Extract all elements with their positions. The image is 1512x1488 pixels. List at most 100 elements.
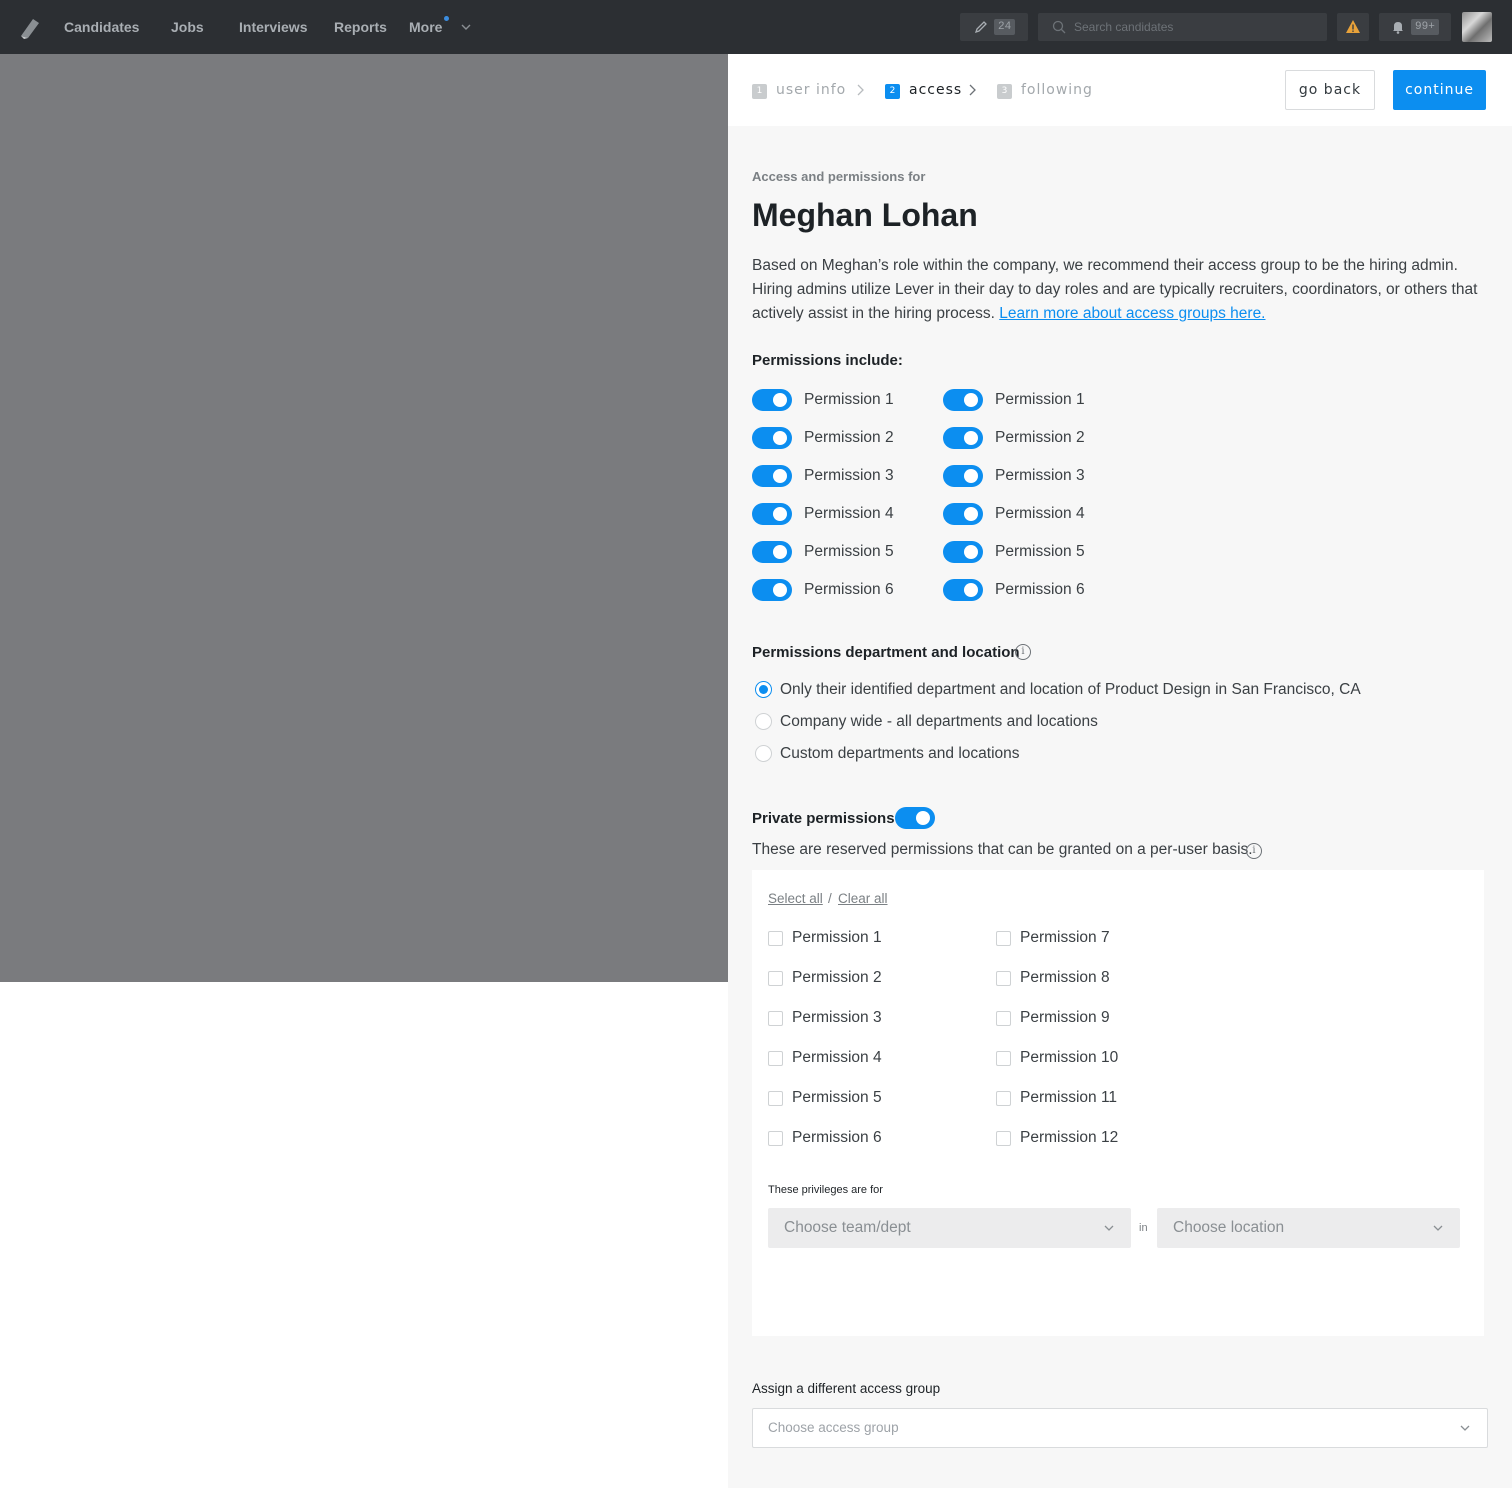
permission-toggle[interactable] bbox=[752, 579, 792, 601]
private-checkbox[interactable] bbox=[996, 971, 1011, 986]
scope-radio-department[interactable] bbox=[755, 681, 772, 698]
scope-radio-custom[interactable] bbox=[755, 745, 772, 762]
permission-label: Permission 1 bbox=[995, 391, 1085, 408]
privileges-for-label: These privileges are for bbox=[768, 1184, 883, 1196]
nav-reports[interactable]: Reports bbox=[334, 19, 387, 35]
permission-toggle[interactable] bbox=[752, 541, 792, 563]
private-permission-label: Permission 12 bbox=[1020, 1129, 1119, 1146]
private-checkbox[interactable] bbox=[768, 1091, 783, 1106]
scope-radio-company[interactable] bbox=[755, 713, 772, 730]
permission-toggle[interactable] bbox=[943, 579, 983, 601]
private-checkbox[interactable] bbox=[768, 1131, 783, 1146]
private-permission-label: Permission 11 bbox=[1020, 1089, 1118, 1106]
step-number: 1 bbox=[752, 84, 767, 99]
permission-label: Permission 3 bbox=[804, 467, 894, 484]
page-title: Meghan Lohan bbox=[752, 197, 978, 233]
private-permission-label: Permission 8 bbox=[1020, 969, 1110, 986]
role-description: Based on Meghan’s role within the compan… bbox=[752, 254, 1492, 326]
nav-jobs[interactable]: Jobs bbox=[171, 19, 204, 35]
permission-toggle[interactable] bbox=[943, 541, 983, 563]
private-permission-label: Permission 2 bbox=[792, 969, 882, 986]
private-permission-label: Permission 5 bbox=[792, 1089, 882, 1106]
page-eyebrow: Access and permissions for bbox=[752, 169, 926, 184]
scope-option-label: Company wide - all departments and locat… bbox=[780, 713, 1098, 730]
private-checkbox[interactable] bbox=[768, 1011, 783, 1026]
private-permission-label: Permission 4 bbox=[792, 1049, 882, 1066]
private-permission-label: Permission 6 bbox=[792, 1129, 882, 1146]
private-checkbox[interactable] bbox=[768, 971, 783, 986]
go-back-button[interactable]: go back bbox=[1285, 70, 1375, 110]
private-heading: Private permissions bbox=[752, 810, 895, 827]
private-permission-label: Permission 7 bbox=[1020, 929, 1110, 946]
chevron-right-icon bbox=[857, 84, 864, 96]
chevron-down-icon[interactable] bbox=[459, 20, 473, 34]
permissions-heading: Permissions include: bbox=[752, 352, 903, 369]
clear-all-link[interactable]: Clear all bbox=[838, 891, 888, 906]
permission-toggle[interactable] bbox=[752, 465, 792, 487]
nav-more[interactable]: More bbox=[409, 19, 442, 35]
notification-count: 99+ bbox=[1411, 19, 1439, 35]
scope-heading: Permissions department and location bbox=[752, 644, 1020, 661]
team-dept-placeholder: Choose team/dept bbox=[784, 1219, 911, 1236]
location-placeholder: Choose location bbox=[1173, 1219, 1285, 1236]
search-input[interactable]: Search candidates bbox=[1038, 13, 1327, 41]
step-following[interactable]: 3 following bbox=[997, 82, 1093, 99]
chevron-right-icon bbox=[969, 84, 976, 96]
top-nav: Candidates Jobs Interviews Reports More … bbox=[0, 0, 1512, 54]
permission-label: Permission 4 bbox=[804, 505, 894, 522]
step-number: 2 bbox=[885, 84, 900, 99]
in-label: in bbox=[1139, 1222, 1148, 1234]
permission-toggle[interactable] bbox=[943, 503, 983, 525]
step-access[interactable]: 2 access bbox=[885, 82, 962, 99]
info-icon[interactable]: i bbox=[1246, 843, 1262, 859]
private-checkbox[interactable] bbox=[768, 931, 783, 946]
chevron-down-icon bbox=[1460, 1425, 1470, 1431]
nav-candidates[interactable]: Candidates bbox=[64, 19, 139, 35]
lever-logo-icon[interactable] bbox=[18, 16, 42, 40]
nav-interviews[interactable]: Interviews bbox=[239, 19, 307, 35]
continue-button[interactable]: continue bbox=[1393, 70, 1486, 110]
compose-count: 24 bbox=[994, 19, 1016, 35]
permission-label: Permission 5 bbox=[804, 543, 894, 560]
private-permissions-box: Select all / Clear all Permission 1 Perm… bbox=[752, 870, 1484, 1336]
notifications-button[interactable]: 99+ bbox=[1379, 13, 1451, 41]
access-panel: 1 user info 2 access 3 following go back co… bbox=[728, 54, 1512, 1488]
permission-toggle[interactable] bbox=[752, 427, 792, 449]
permission-toggle[interactable] bbox=[752, 503, 792, 525]
info-icon[interactable]: i bbox=[1015, 644, 1031, 660]
permission-toggle[interactable] bbox=[943, 427, 983, 449]
private-checkbox[interactable] bbox=[996, 1051, 1011, 1066]
permission-label: Permission 6 bbox=[804, 581, 894, 598]
alert-button[interactable] bbox=[1337, 13, 1369, 41]
step-label: access bbox=[909, 82, 963, 98]
step-user-info[interactable]: 1 user info bbox=[752, 82, 846, 99]
permission-toggle[interactable] bbox=[752, 389, 792, 411]
link-separator: / bbox=[828, 891, 832, 906]
private-checkbox[interactable] bbox=[768, 1051, 783, 1066]
private-permissions-toggle[interactable] bbox=[895, 807, 935, 829]
private-checkbox[interactable] bbox=[996, 1131, 1011, 1146]
permission-toggle[interactable] bbox=[943, 389, 983, 411]
chevron-down-icon bbox=[1104, 1225, 1114, 1231]
private-checkbox[interactable] bbox=[996, 1091, 1011, 1106]
permission-toggle[interactable] bbox=[943, 465, 983, 487]
assign-group-label: Assign a different access group bbox=[752, 1381, 941, 1396]
team-dept-select[interactable]: Choose team/dept bbox=[768, 1208, 1131, 1248]
permission-label: Permission 5 bbox=[995, 543, 1085, 560]
warning-icon bbox=[1346, 20, 1360, 33]
learn-more-link[interactable]: Learn more about access groups here. bbox=[999, 305, 1265, 322]
permission-label: Permission 4 bbox=[995, 505, 1085, 522]
select-all-link[interactable]: Select all bbox=[768, 891, 823, 906]
user-avatar[interactable] bbox=[1462, 12, 1492, 42]
compose-button[interactable]: 24 bbox=[960, 13, 1028, 41]
private-checkbox[interactable] bbox=[996, 931, 1011, 946]
modal-backdrop[interactable] bbox=[0, 54, 728, 982]
access-group-select[interactable]: Choose access group bbox=[752, 1408, 1488, 1448]
pencil-icon bbox=[974, 21, 987, 34]
location-select[interactable]: Choose location bbox=[1157, 1208, 1460, 1248]
private-checkbox[interactable] bbox=[996, 1011, 1011, 1026]
more-indicator-dot bbox=[444, 16, 449, 21]
permission-label: Permission 1 bbox=[804, 391, 894, 408]
private-permission-label: Permission 10 bbox=[1020, 1049, 1119, 1066]
private-description: These are reserved permissions that can … bbox=[752, 841, 1253, 858]
